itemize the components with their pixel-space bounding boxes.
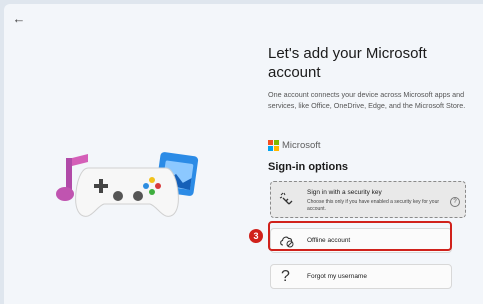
security-key-icon: [279, 192, 293, 205]
highlight-box: [268, 221, 452, 251]
game-controller-icon: [75, 167, 179, 217]
page-description: One account connects your device across …: [268, 90, 466, 110]
setup-window: ← Let's add your Microsoft account One a…: [4, 4, 483, 304]
microsoft-brand-text: Microsoft: [282, 140, 321, 151]
apps-illustration: [56, 152, 199, 217]
section-title: Sign-in options: [268, 161, 349, 173]
help-icon[interactable]: ?: [450, 197, 460, 207]
step-badge: 3: [249, 229, 263, 243]
security-key-option[interactable]: Sign in with a security key Choose this …: [270, 181, 466, 218]
security-key-title: Sign in with a security key: [307, 189, 382, 196]
microsoft-logo-icon: [268, 140, 279, 151]
forgot-username-option[interactable]: ? Forgot my username: [270, 264, 452, 289]
page-title: Let's add your Microsoft account: [268, 45, 427, 81]
forgot-username-title: Forgot my username: [307, 273, 367, 280]
question-icon: ?: [281, 268, 290, 285]
security-key-subtitle: Choose this only if you have enabled a s…: [307, 199, 440, 212]
back-arrow-icon[interactable]: ←: [12, 12, 26, 26]
microsoft-logo: Microsoft: [268, 140, 321, 151]
